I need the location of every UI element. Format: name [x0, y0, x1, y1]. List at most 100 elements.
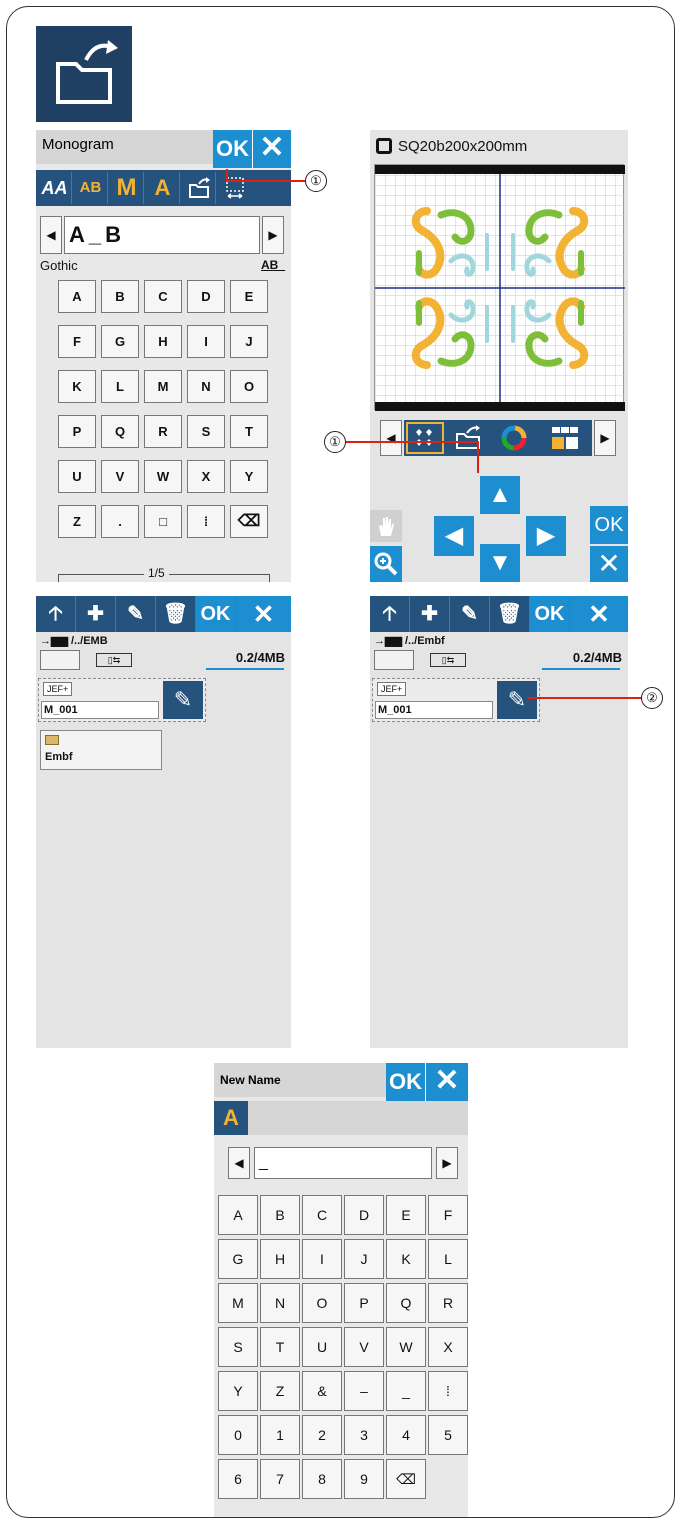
key-char[interactable]: 2 — [302, 1415, 342, 1455]
key-space[interactable]: □ — [144, 505, 182, 538]
layout-button[interactable] — [540, 420, 590, 456]
machine-memory-tab[interactable] — [40, 650, 80, 670]
key-char[interactable]: 5 — [428, 1415, 468, 1455]
key-ditto[interactable]: ⁞ — [187, 505, 225, 538]
rename-button[interactable]: ✎ — [450, 596, 490, 632]
key-char[interactable]: N — [260, 1283, 300, 1323]
key-char[interactable]: B — [260, 1195, 300, 1235]
key-char[interactable]: L — [428, 1239, 468, 1279]
file-card[interactable]: JEF+ M_001 ✎ — [38, 678, 206, 722]
cursor-left-button[interactable]: ◀ — [40, 216, 62, 254]
key-k[interactable]: K — [58, 370, 96, 403]
key-b[interactable]: B — [101, 280, 139, 313]
key-char[interactable]: W — [386, 1327, 426, 1367]
rename-button[interactable]: ✎ — [116, 596, 156, 632]
ok-button[interactable]: OK — [386, 1063, 426, 1101]
key-w[interactable]: W — [144, 460, 182, 493]
monogram-m-button[interactable]: M — [110, 172, 144, 204]
ok-button[interactable]: OK — [530, 596, 570, 632]
move-down-button[interactable]: ▼ — [480, 544, 520, 582]
folder-item[interactable]: Embf — [40, 730, 162, 770]
key-ditto[interactable]: ⁞ — [428, 1371, 468, 1411]
key-x[interactable]: X — [187, 460, 225, 493]
key-char[interactable]: C — [302, 1195, 342, 1235]
monogram-text-field[interactable]: A_B — [64, 216, 260, 254]
key-p[interactable]: P — [58, 415, 96, 448]
key-backspace[interactable]: ⌫ — [386, 1459, 426, 1499]
key-i[interactable]: I — [187, 325, 225, 358]
key-m[interactable]: M — [144, 370, 182, 403]
key-o[interactable]: O — [230, 370, 268, 403]
cancel-button[interactable]: ✕ — [426, 1063, 468, 1101]
key-a[interactable]: A — [58, 280, 96, 313]
key-char[interactable]: G — [218, 1239, 258, 1279]
save-file-button[interactable] — [448, 420, 488, 456]
color-button[interactable] — [492, 420, 536, 456]
key-t[interactable]: T — [230, 415, 268, 448]
file-card[interactable]: JEF+ M_001 ✎ — [372, 678, 540, 722]
move-right-button[interactable]: ▶ — [526, 516, 566, 556]
key-h[interactable]: H — [144, 325, 182, 358]
key-.[interactable]: . — [101, 505, 139, 538]
key-f[interactable]: F — [58, 325, 96, 358]
key-r[interactable]: R — [144, 415, 182, 448]
ok-button[interactable]: OK — [196, 596, 236, 632]
key-char[interactable]: Q — [386, 1283, 426, 1323]
key-char[interactable]: I — [302, 1239, 342, 1279]
usb-tab[interactable]: ▯⇆ — [96, 653, 132, 667]
machine-memory-tab[interactable] — [374, 650, 414, 670]
zoom-button[interactable] — [370, 546, 402, 582]
arrange-button[interactable] — [218, 172, 252, 204]
scroll-right-button[interactable]: ▶ — [594, 420, 616, 456]
key-char[interactable]: X — [428, 1327, 468, 1367]
key-char[interactable]: P — [344, 1283, 384, 1323]
key-backspace[interactable]: ⌫ — [230, 505, 268, 538]
cursor-left-button[interactable]: ◀ — [228, 1147, 250, 1179]
key-char[interactable]: 1 — [260, 1415, 300, 1455]
key-l[interactable]: L — [101, 370, 139, 403]
cancel-button[interactable]: ✕ — [570, 596, 628, 632]
key-char[interactable]: – — [344, 1371, 384, 1411]
key-char[interactable]: O — [302, 1283, 342, 1323]
key-char[interactable]: M — [218, 1283, 258, 1323]
key-char[interactable]: 8 — [302, 1459, 342, 1499]
key-char[interactable]: K — [386, 1239, 426, 1279]
folder-up-button[interactable]: 🡡 — [370, 596, 410, 632]
key-char[interactable]: Y — [218, 1371, 258, 1411]
key-g[interactable]: G — [101, 325, 139, 358]
key-char[interactable]: F — [428, 1195, 468, 1235]
scroll-left-button[interactable]: ◀ — [380, 420, 402, 456]
key-char[interactable]: H — [260, 1239, 300, 1279]
key-j[interactable]: J — [230, 325, 268, 358]
text-layout-button[interactable]: AB — [74, 172, 108, 204]
case-button[interactable]: A — [214, 1101, 248, 1135]
key-char[interactable]: V — [344, 1327, 384, 1367]
key-s[interactable]: S — [187, 415, 225, 448]
pattern-select-button[interactable] — [406, 422, 444, 454]
cursor-right-button[interactable]: ▶ — [262, 216, 284, 254]
move-up-button[interactable]: ▲ — [480, 476, 520, 514]
key-n[interactable]: N — [187, 370, 225, 403]
key-char[interactable]: A — [218, 1195, 258, 1235]
cancel-button[interactable]: ✕ — [253, 130, 291, 168]
key-char[interactable]: 9 — [344, 1459, 384, 1499]
key-c[interactable]: C — [144, 280, 182, 313]
ok-button[interactable]: OK — [213, 130, 253, 168]
key-z[interactable]: Z — [58, 505, 96, 538]
font-style-button[interactable]: AA — [38, 172, 72, 204]
hand-button[interactable] — [370, 510, 402, 542]
key-d[interactable]: D — [187, 280, 225, 313]
key-y[interactable]: Y — [230, 460, 268, 493]
delete-button[interactable]: 🗑 — [490, 596, 530, 632]
key-char[interactable]: _ — [386, 1371, 426, 1411]
key-char[interactable]: 4 — [386, 1415, 426, 1455]
cancel-button[interactable]: ✕ — [236, 596, 291, 632]
usb-tab[interactable]: ▯⇆ — [430, 653, 466, 667]
key-char[interactable]: J — [344, 1239, 384, 1279]
edit-name-button[interactable]: ✎ — [163, 681, 203, 719]
ok-button[interactable]: OK — [590, 506, 628, 544]
key-char[interactable]: R — [428, 1283, 468, 1323]
key-v[interactable]: V — [101, 460, 139, 493]
case-button[interactable]: A — [146, 172, 180, 204]
key-char[interactable]: 7 — [260, 1459, 300, 1499]
